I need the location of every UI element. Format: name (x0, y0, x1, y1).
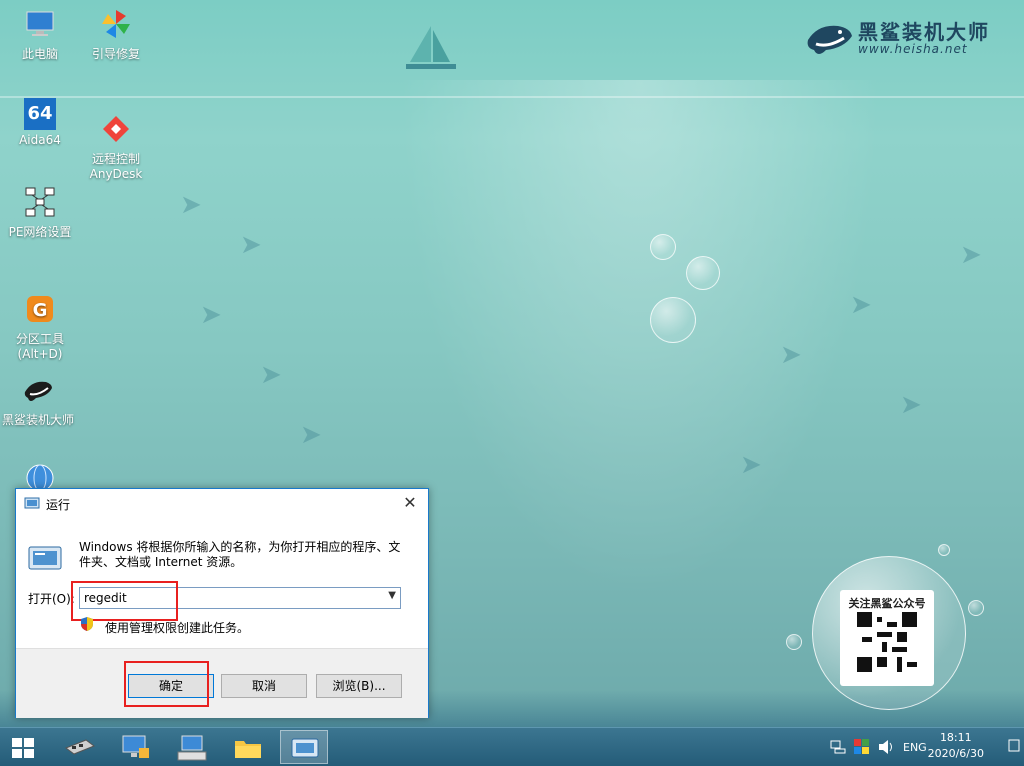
taskbar-item-run[interactable] (280, 730, 328, 764)
desktop-icon-boot-repair[interactable]: 引导修复 (78, 8, 154, 62)
desktop-icon-heisha[interactable]: 黑鲨装机大师 (0, 374, 76, 428)
chevron-down-icon[interactable]: ▼ (388, 590, 396, 601)
svg-text:G: G (33, 300, 48, 321)
sailboat-icon (406, 26, 456, 69)
logo-url: www.heisha.net (858, 42, 968, 56)
admin-note: 使用管理权限创建此任务。 (105, 621, 250, 635)
desktop-icon-label: 引导修复 (91, 47, 140, 61)
clock-date: 2020/6/30 (927, 747, 984, 760)
taskbar-item-hardware[interactable] (56, 730, 104, 764)
desktop-icon-label: 此电脑 (21, 47, 58, 61)
dialog-body: Windows 将根据你所输入的名称，为你打开相应的程序、文件夹、文档或 Int… (16, 518, 428, 648)
dialog-description: Windows 将根据你所输入的名称，为你打开相应的程序、文件夹、文档或 Int… (79, 540, 401, 569)
dialog-footer: 确定 取消 浏览(B)... (16, 648, 428, 718)
highlight-box-input (71, 581, 178, 621)
run-icon (24, 497, 40, 509)
monitor-network-icon (122, 735, 149, 758)
keyboard-monitor-icon (177, 735, 207, 761)
fish-icon: ➤ (300, 420, 322, 450)
bubble (686, 256, 720, 290)
qr-code-icon (857, 612, 917, 672)
qr-card: 关注黑鲨公众号 (840, 590, 934, 686)
desktop-icon-aida64[interactable]: 64 Aida64 (2, 98, 78, 148)
desktop-icon-partition-tool[interactable]: G 分区工具 (Alt+D) (2, 278, 78, 377)
highlight-box-ok (124, 661, 209, 707)
windows-logo-icon (12, 738, 34, 758)
notification-icon[interactable] (1008, 739, 1020, 753)
taskbar: ENG 18:11 2020/6/30 (0, 727, 1024, 766)
light-rays (380, 80, 900, 640)
network-status-icon[interactable] (830, 740, 846, 754)
run-dialog: 运行 ✕ Windows 将根据你所输入的名称，为你打开相应的程序、文件夹、文档… (15, 488, 429, 718)
clock-time: 18:11 (939, 731, 972, 744)
close-button[interactable]: ✕ (398, 492, 422, 514)
fish-icon: ➤ (260, 360, 282, 390)
desktop-icon-label: PE网络设置 (8, 225, 72, 239)
fish-icon: ➤ (960, 240, 982, 270)
fish-icon: ➤ (200, 300, 222, 330)
display-settings-icon[interactable] (854, 739, 870, 755)
clock[interactable]: 18:11 2020/6/30 (928, 730, 984, 762)
desktop-icon-label: 分区工具 (Alt+D) (15, 332, 64, 361)
browse-button[interactable]: 浏览(B)... (316, 674, 402, 698)
partition-tool-icon: G (27, 296, 53, 322)
computer-icon (26, 11, 54, 36)
uac-shield-icon (81, 617, 93, 631)
heisha-logo: 黑鲨装机大师 www.heisha.net (804, 14, 994, 64)
shark-icon (24, 381, 52, 401)
desktop-icon-label: 远程控制 AnyDesk (89, 152, 143, 181)
anydesk-icon (103, 116, 129, 142)
bubble (786, 634, 802, 650)
bubble (938, 544, 950, 556)
memory-chip-icon (64, 739, 96, 755)
fish-icon: ➤ (740, 450, 762, 480)
desktop-icon-anydesk[interactable]: 远程控制 AnyDesk (78, 98, 154, 197)
pinwheel-icon (102, 10, 130, 38)
fish-icon: ➤ (850, 290, 872, 320)
folder-icon (235, 741, 261, 758)
run-icon (291, 738, 319, 758)
speaker-icon[interactable] (878, 739, 894, 755)
dialog-titlebar[interactable]: 运行 ✕ (16, 489, 428, 518)
cancel-button[interactable]: 取消 (221, 674, 307, 698)
network-icon (25, 187, 55, 217)
desktop-icon-label: Aida64 (19, 133, 61, 147)
desktop-icon-label: 黑鲨装机大师 (1, 413, 74, 427)
bubble (650, 234, 676, 260)
taskbar-item-system[interactable] (168, 730, 216, 764)
run-program-icon (28, 546, 62, 570)
logo-title: 黑鲨装机大师 (858, 20, 990, 44)
desktop-icon-this-pc[interactable]: 此电脑 (2, 8, 78, 62)
bubble (968, 600, 984, 616)
qr-caption: 关注黑鲨公众号 (848, 597, 926, 610)
fish-icon: ➤ (900, 390, 922, 420)
bubble (650, 297, 696, 343)
shark-logo-icon (807, 25, 852, 54)
aida64-icon: 64 (24, 98, 56, 130)
fish-icon: ➤ (180, 190, 202, 220)
language-indicator[interactable]: ENG (903, 741, 927, 754)
taskbar-item-network[interactable] (112, 730, 160, 764)
open-label: 打开(O): (28, 592, 75, 606)
taskbar-item-explorer[interactable] (224, 730, 272, 764)
fish-icon: ➤ (240, 230, 262, 260)
desktop-icon-pe-network[interactable]: PE网络设置 (2, 186, 78, 240)
fish-icon: ➤ (780, 340, 802, 370)
start-button[interactable] (0, 730, 48, 764)
dialog-title: 运行 (46, 498, 71, 512)
